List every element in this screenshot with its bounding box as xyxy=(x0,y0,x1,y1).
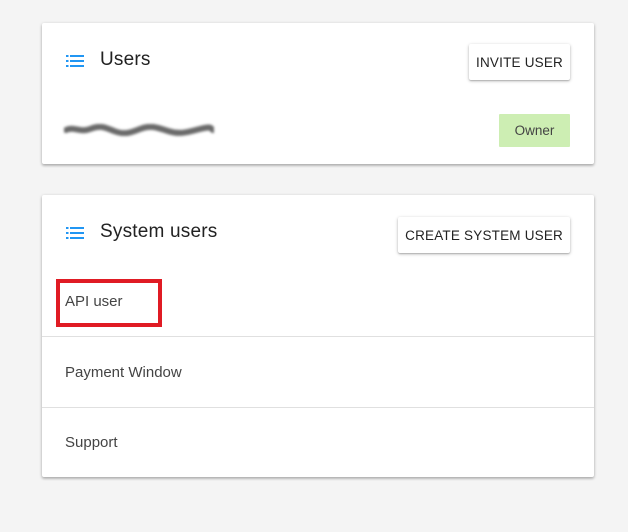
system-user-label: Support xyxy=(65,433,118,451)
user-row[interactable]: Owner xyxy=(42,113,594,147)
system-users-card-header: System users CREATE SYSTEM USER xyxy=(42,195,594,273)
create-system-user-button[interactable]: CREATE SYSTEM USER xyxy=(398,217,570,253)
users-card: Users INVITE USER Owner xyxy=(42,23,594,164)
users-title: Users xyxy=(100,49,151,70)
system-users-card: System users CREATE SYSTEM USER API user… xyxy=(42,195,594,477)
system-user-item-payment-window[interactable]: Payment Window xyxy=(42,337,594,408)
system-user-item-api-user[interactable]: API user xyxy=(42,267,594,337)
owner-badge: Owner xyxy=(499,114,570,147)
invite-user-button[interactable]: INVITE USER xyxy=(469,44,570,80)
users-card-header: Users INVITE USER xyxy=(42,23,594,101)
list-icon xyxy=(66,55,84,67)
system-user-label: Payment Window xyxy=(65,363,182,381)
system-user-item-support[interactable]: Support xyxy=(42,408,594,476)
system-users-list: API user Payment Window Support xyxy=(42,267,594,476)
redacted-email xyxy=(64,124,214,136)
system-users-title: System users xyxy=(100,221,218,242)
highlight-box xyxy=(56,279,162,327)
list-icon xyxy=(66,227,84,239)
